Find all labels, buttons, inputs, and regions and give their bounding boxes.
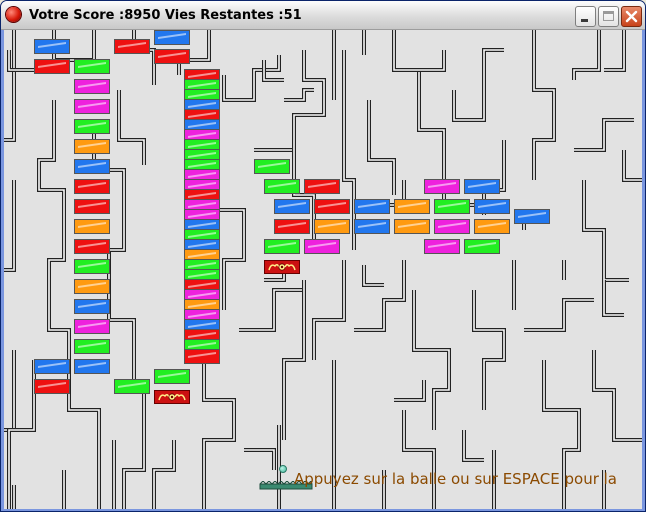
brick-green [74, 59, 110, 74]
brick-blue [154, 30, 190, 45]
brick-magenta [424, 239, 460, 254]
brick-orange [314, 219, 350, 234]
brick-magenta [424, 179, 460, 194]
brick-orange [394, 199, 430, 214]
minimize-icon [581, 19, 588, 22]
brick-green [74, 259, 110, 274]
brick-blue [74, 159, 110, 174]
brick-green [254, 159, 290, 174]
brick-blue [34, 39, 70, 54]
brick-magenta [74, 319, 110, 334]
brick-red [274, 219, 310, 234]
ball[interactable] [279, 465, 287, 473]
brick-green [264, 179, 300, 194]
brick-orange [74, 219, 110, 234]
special-brick-monster [154, 390, 190, 404]
brick-green [154, 369, 190, 384]
brick-blue [354, 199, 390, 214]
brick-red [74, 179, 110, 194]
brick-red [114, 39, 150, 54]
brick-green [434, 199, 470, 214]
brick-green [74, 119, 110, 134]
brick-green [74, 339, 110, 354]
app-ball-icon [6, 7, 21, 22]
brick-blue [514, 209, 550, 224]
brick-red [74, 239, 110, 254]
brick-blue [274, 199, 310, 214]
monster-icon [158, 393, 186, 401]
minimize-button[interactable] [575, 6, 596, 27]
brick-magenta [434, 219, 470, 234]
brick-red [34, 379, 70, 394]
brick-orange [474, 219, 510, 234]
brick-orange [74, 139, 110, 154]
game-window: Votre Score :8950 Vies Restantes :51 App… [0, 0, 646, 512]
brick-orange [74, 279, 110, 294]
close-button[interactable] [621, 6, 642, 27]
brick-blue [34, 359, 70, 374]
brick-magenta [74, 79, 110, 94]
brick-red [184, 349, 220, 364]
title-bar[interactable]: Votre Score :8950 Vies Restantes :51 [1, 1, 645, 30]
maximize-icon [603, 11, 614, 21]
window-title: Votre Score :8950 Vies Restantes :51 [29, 8, 302, 23]
special-brick-monster [264, 260, 300, 274]
brick-orange [394, 219, 430, 234]
brick-magenta [74, 99, 110, 114]
brick-blue [474, 199, 510, 214]
brick-red [304, 179, 340, 194]
game-board[interactable]: Appuyez sur la balle ou sur ESPACE pour … [4, 30, 642, 509]
maximize-button[interactable] [598, 6, 619, 27]
brick-blue [464, 179, 500, 194]
brick-red [314, 199, 350, 214]
brick-red [154, 49, 190, 64]
brick-blue [74, 359, 110, 374]
monster-icon [268, 263, 296, 271]
brick-magenta [304, 239, 340, 254]
brick-green [114, 379, 150, 394]
brick-blue [74, 299, 110, 314]
brick-green [264, 239, 300, 254]
launch-hint: Appuyez sur la balle ou sur ESPACE pour … [294, 470, 617, 488]
brick-red [34, 59, 70, 74]
brick-red [74, 199, 110, 214]
close-icon [625, 10, 638, 23]
brick-blue [354, 219, 390, 234]
brick-green [464, 239, 500, 254]
